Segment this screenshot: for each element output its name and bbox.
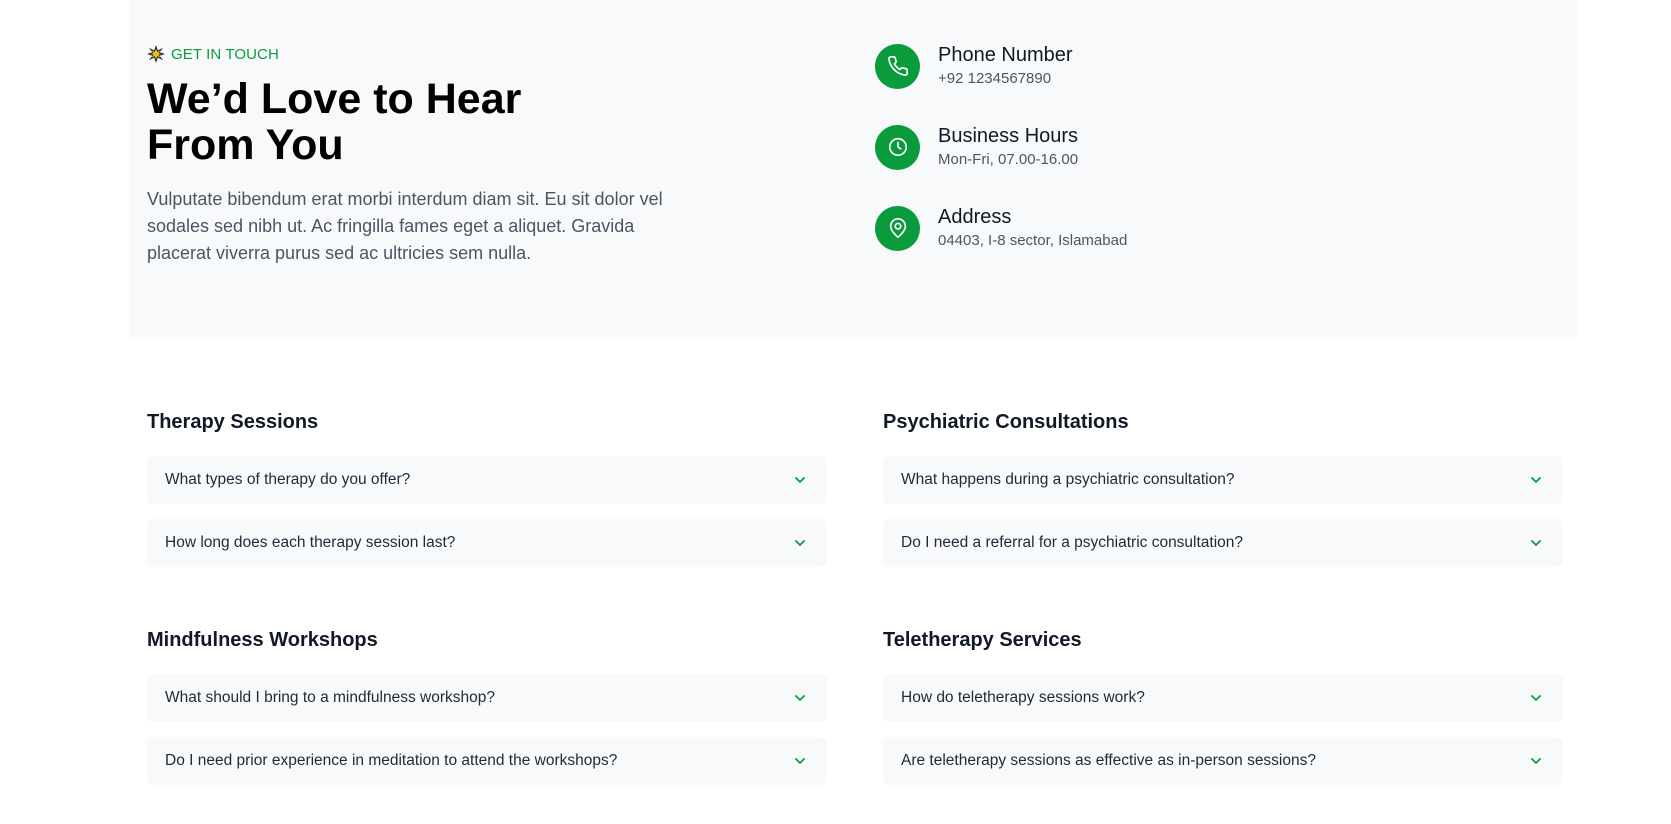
- info-title: Business Hours: [938, 125, 1079, 147]
- chevron-down-icon[interactable]: [1529, 754, 1543, 768]
- chevron-down-icon[interactable]: [793, 754, 807, 768]
- chevron-down-icon[interactable]: [1529, 691, 1543, 705]
- faq-question-item[interactable]: How do teletherapy sessions work?: [883, 674, 1563, 722]
- faq-group-therapy: Therapy Sessions What types of therapy d…: [147, 410, 827, 582]
- faq-question-item[interactable]: How long does each therapy session last?: [147, 519, 827, 567]
- sparkle-icon: [147, 45, 165, 63]
- faq-question: How long does each therapy session last?: [165, 534, 456, 551]
- info-hours: Business Hours Mon-Fri, 07.00-16.00: [875, 124, 1295, 170]
- faq-question: What happens during a psychiatric consul…: [901, 471, 1235, 488]
- eyebrow-label: GET IN TOUCH: [171, 45, 279, 63]
- faq-question-item[interactable]: Do I need a referral for a psychiatric c…: [883, 519, 1563, 567]
- faq-question: How do teletherapy sessions work?: [901, 689, 1145, 706]
- faq-question-item[interactable]: Are teletherapy sessions as effective as…: [883, 737, 1563, 785]
- info-title: Phone Number: [938, 44, 1073, 66]
- faq-heading: Teletherapy Services: [883, 629, 1082, 651]
- faq-heading: Psychiatric Consultations: [883, 411, 1129, 433]
- clock-icon: [875, 124, 920, 170]
- faq-group-mindfulness: Mindfulness Workshops What should I brin…: [147, 628, 827, 800]
- contact-intro: GET IN TOUCH We’d Love to Hear From You …: [147, 44, 687, 267]
- eyebrow: GET IN TOUCH: [147, 44, 687, 64]
- faq-question: What should I bring to a mindfulness wor…: [165, 689, 495, 706]
- faq-heading: Mindfulness Workshops: [147, 629, 378, 651]
- faq-question-item[interactable]: What types of therapy do you offer?: [147, 456, 827, 504]
- contact-info-list: Phone Number +92 1234567890 Business Hou…: [875, 43, 1295, 286]
- faq-question: Do I need prior experience in meditation…: [165, 752, 618, 769]
- address: 04403, I-8 sector, Islamabad: [938, 232, 1128, 249]
- intro-text: Vulputate bibendum erat morbi interdum d…: [147, 189, 663, 263]
- faq-question-item[interactable]: Do I need prior experience in meditation…: [147, 737, 827, 785]
- page-title: We’d Love to Hear From You: [147, 75, 522, 169]
- info-phone: Phone Number +92 1234567890: [875, 43, 1295, 89]
- faq-heading: Therapy Sessions: [147, 411, 319, 433]
- faq-question: Are teletherapy sessions as effective as…: [901, 752, 1316, 769]
- chevron-down-icon[interactable]: [793, 473, 807, 487]
- business-hours: Mon-Fri, 07.00-16.00: [938, 151, 1079, 168]
- info-title: Address: [938, 206, 1012, 228]
- phone-icon: [875, 43, 920, 89]
- faq-question-item[interactable]: What should I bring to a mindfulness wor…: [147, 674, 827, 722]
- contact-section: GET IN TOUCH We’d Love to Hear From You …: [129, 0, 1577, 337]
- info-address: Address 04403, I-8 sector, Islamabad: [875, 205, 1295, 251]
- faq-question-item[interactable]: What happens during a psychiatric consul…: [883, 456, 1563, 504]
- faq-question: What types of therapy do you offer?: [165, 471, 411, 488]
- faq-group-psychiatric: Psychiatric Consultations What happens d…: [883, 410, 1563, 582]
- chevron-down-icon[interactable]: [793, 536, 807, 550]
- phone-number: +92 1234567890: [938, 70, 1052, 87]
- chevron-down-icon[interactable]: [1529, 536, 1543, 550]
- faq-question: Do I need a referral for a psychiatric c…: [901, 534, 1244, 551]
- chevron-down-icon[interactable]: [1529, 473, 1543, 487]
- chevron-down-icon[interactable]: [793, 691, 807, 705]
- map-pin-icon: [875, 205, 920, 251]
- faq-group-teletherapy: Teletherapy Services How do teletherapy …: [883, 628, 1563, 800]
